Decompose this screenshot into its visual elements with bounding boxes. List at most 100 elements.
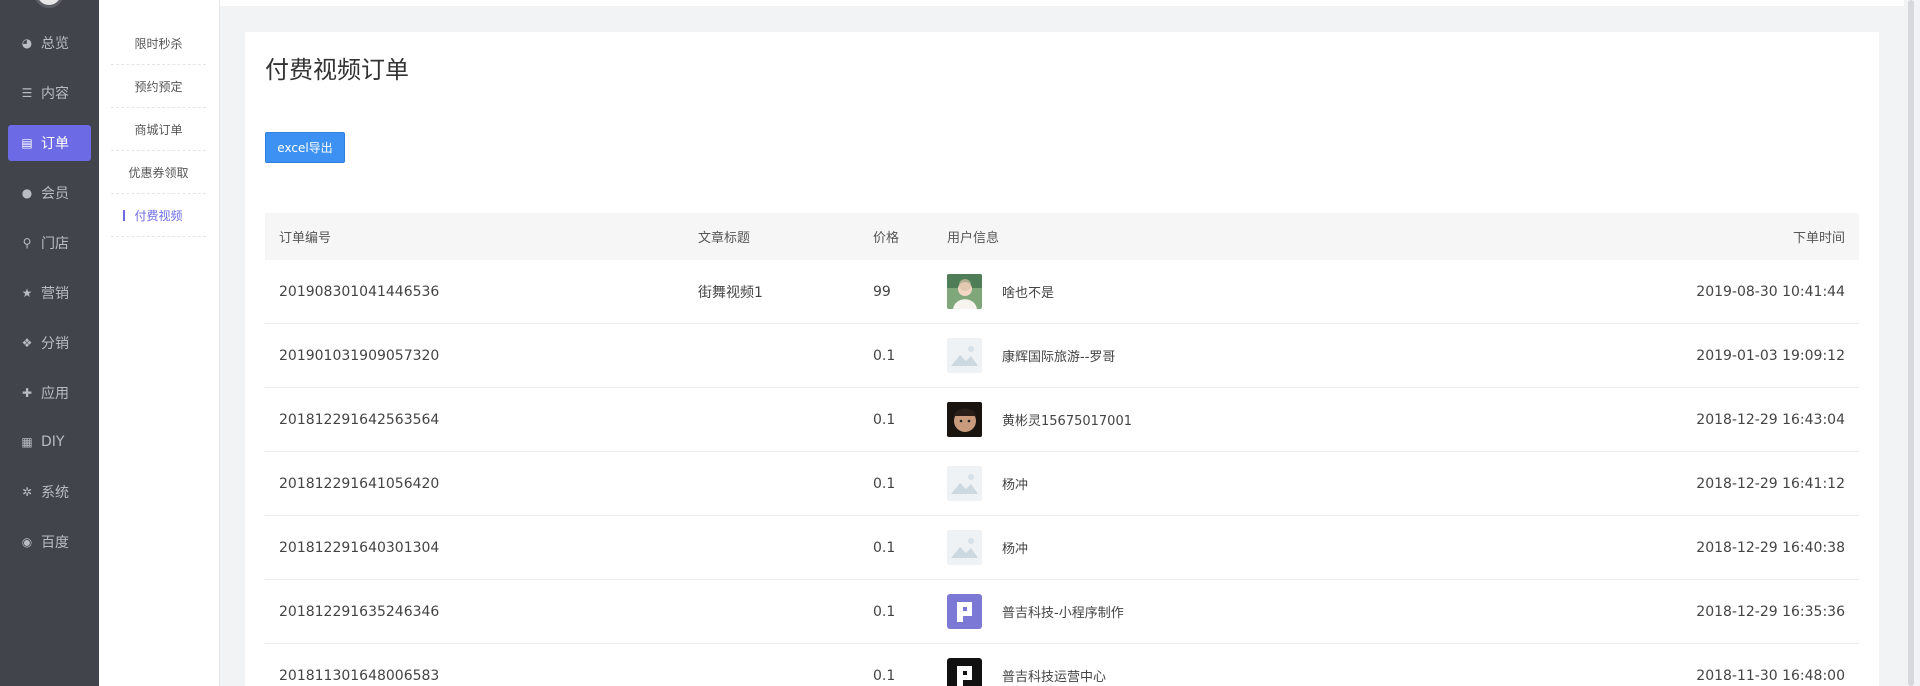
user-info: 普吉科技运营中心 [947, 658, 1106, 686]
purple-logo-avatar [947, 594, 982, 629]
main-nav: ◕ 总览 ☰ 内容 ▤ 订单 ● 会员 ⚲ 门店 ★ 营销 ❖ 分销 ✚ 应用 … [0, 0, 99, 686]
nav-item-label: 系统 [41, 485, 69, 501]
order-time: 2019-08-30 10:41:44 [1696, 283, 1845, 300]
price: 0.1 [873, 411, 896, 428]
order-id: 201812291635246346 [279, 603, 440, 620]
price: 99 [873, 283, 891, 300]
price: 0.1 [873, 667, 896, 684]
document-icon: ▤ [21, 136, 33, 150]
header-article-title: 文章标题 [698, 231, 751, 246]
puzzle-icon: ✚ [21, 386, 33, 400]
location-pin-icon: ⚲ [22, 236, 32, 250]
subnav-item-reservation[interactable]: 预约预定 [111, 65, 206, 108]
gear-icon: ✲ [21, 485, 33, 499]
subnav-item-paid-video[interactable]: 付费视频 [111, 194, 206, 237]
scrollbar-thumb[interactable] [1908, 0, 1914, 686]
nav-item-label: 应用 [41, 386, 69, 402]
order-id: 201908301041446536 [279, 283, 440, 300]
content-card: 付费视频订单 excel导出 订单编号 文章标题 价格 用户信息 下单时间 20… [245, 32, 1879, 686]
nav-item-apps[interactable]: ✚ 应用 [8, 375, 91, 411]
star-icon: ★ [21, 286, 33, 300]
nav-item-marketing[interactable]: ★ 营销 [8, 275, 91, 311]
logo-avatar[interactable] [34, 0, 64, 8]
placeholder-avatar [947, 530, 982, 565]
nav-item-baidu[interactable]: ◉ 百度 [8, 524, 91, 560]
user-info: 杨冲 [947, 466, 1028, 501]
nav-item-members[interactable]: ● 会员 [8, 175, 91, 211]
table-row: 201812291640301304 0.1 杨冲 2018-12-29 16:… [265, 516, 1859, 580]
user-name: 普吉科技-小程序制作 [1002, 606, 1124, 621]
subnav-item-coupon-claims[interactable]: 优惠券领取 [111, 151, 206, 194]
placeholder-avatar [947, 338, 982, 373]
price: 0.1 [873, 347, 896, 364]
user-info: 普吉科技-小程序制作 [947, 594, 1124, 629]
user-info: 杨冲 [947, 530, 1028, 565]
price: 0.1 [873, 475, 896, 492]
table-row: 201812291635246346 0.1 普吉科技-小程序制作 2018-1… [265, 580, 1859, 644]
user-name: 啥也不是 [1002, 286, 1055, 301]
nav-item-system[interactable]: ✲ 系统 [8, 474, 91, 510]
order-id: 201811301648006583 [279, 667, 440, 684]
nav-item-diy[interactable]: ▦ DIY [8, 424, 91, 460]
child-photo-avatar [947, 402, 982, 437]
table-header: 订单编号 文章标题 价格 用户信息 下单时间 [265, 213, 1859, 260]
user-name: 杨冲 [1002, 542, 1029, 557]
nav-item-label: 营销 [41, 286, 69, 302]
order-time: 2019-01-03 19:09:12 [1696, 347, 1845, 364]
nav-item-label: 总览 [41, 36, 69, 52]
nav-item-label: 百度 [41, 535, 69, 551]
nav-item-label: 内容 [41, 86, 69, 102]
nav-item-distribution[interactable]: ❖ 分销 [8, 325, 91, 361]
placeholder-avatar [947, 466, 982, 501]
table-row: 201812291642563564 0.1 黄彬灵15675017001 20… [265, 388, 1859, 452]
order-time: 2018-12-29 16:35:36 [1696, 603, 1845, 620]
price: 0.1 [873, 603, 896, 620]
user-name: 黄彬灵15675017001 [1002, 414, 1132, 429]
order-id: 201812291641056420 [279, 475, 440, 492]
price: 0.1 [873, 539, 896, 556]
subnav-item-mall-orders[interactable]: 商城订单 [111, 108, 206, 151]
order-time: 2018-12-29 16:43:04 [1696, 411, 1845, 428]
order-id: 201812291640301304 [279, 539, 440, 556]
nav-item-stores[interactable]: ⚲ 门店 [8, 225, 91, 261]
header-user-info: 用户信息 [947, 231, 1000, 246]
order-time: 2018-12-29 16:41:12 [1696, 475, 1845, 492]
user-info: 黄彬灵15675017001 [947, 402, 1132, 437]
top-strip [220, 0, 1920, 6]
nav-item-orders[interactable]: ▤ 订单 [8, 125, 91, 161]
order-id: 201901031909057320 [279, 347, 440, 364]
list-icon: ☰ [21, 86, 33, 100]
baidu-icon: ◉ [21, 535, 33, 549]
page-title: 付费视频订单 [265, 56, 409, 84]
user-name: 普吉科技运营中心 [1002, 670, 1107, 685]
excel-export-button[interactable]: excel导出 [265, 132, 345, 163]
photo-avatar [947, 274, 982, 309]
order-time: 2018-11-30 16:48:00 [1696, 667, 1845, 684]
nav-item-label: 门店 [41, 236, 69, 252]
article-title: 街舞视频1 [698, 284, 763, 301]
nav-item-content[interactable]: ☰ 内容 [8, 75, 91, 111]
pie-chart-icon: ◕ [21, 36, 33, 50]
nav-item-label: 会员 [41, 186, 69, 202]
user-info: 康辉国际旅游--罗哥 [947, 338, 1115, 373]
order-subnav: 限时秒杀 预约预定 商城订单 优惠券领取 付费视频 [99, 0, 220, 686]
user-info: 啥也不是 [947, 274, 1054, 309]
subnav-item-flash-sale[interactable]: 限时秒杀 [111, 22, 206, 65]
page-scrollbar[interactable] [1904, 0, 1920, 686]
header-order-time: 下单时间 [1792, 231, 1845, 246]
users-icon: ❖ [21, 336, 33, 350]
user-name: 康辉国际旅游--罗哥 [1002, 350, 1116, 365]
table-row: 201812291641056420 0.1 杨冲 2018-12-29 16:… [265, 452, 1859, 516]
nav-item-overview[interactable]: ◕ 总览 [8, 25, 91, 61]
header-order-id: 订单编号 [279, 231, 332, 246]
header-price: 价格 [873, 231, 900, 246]
user-name: 杨冲 [1002, 478, 1029, 493]
black-logo-avatar [947, 658, 982, 686]
nav-item-label: DIY [41, 434, 65, 450]
layout-icon: ▦ [21, 435, 33, 449]
table-row: 201908301041446536 街舞视频1 99 啥也不是 2019-08… [265, 260, 1859, 324]
table-row: 201901031909057320 0.1 康辉国际旅游--罗哥 2019-0… [265, 324, 1859, 388]
order-time: 2018-12-29 16:40:38 [1696, 539, 1845, 556]
orders-table: 订单编号 文章标题 价格 用户信息 下单时间 20190830104144653… [265, 213, 1859, 686]
user-icon: ● [21, 186, 33, 200]
